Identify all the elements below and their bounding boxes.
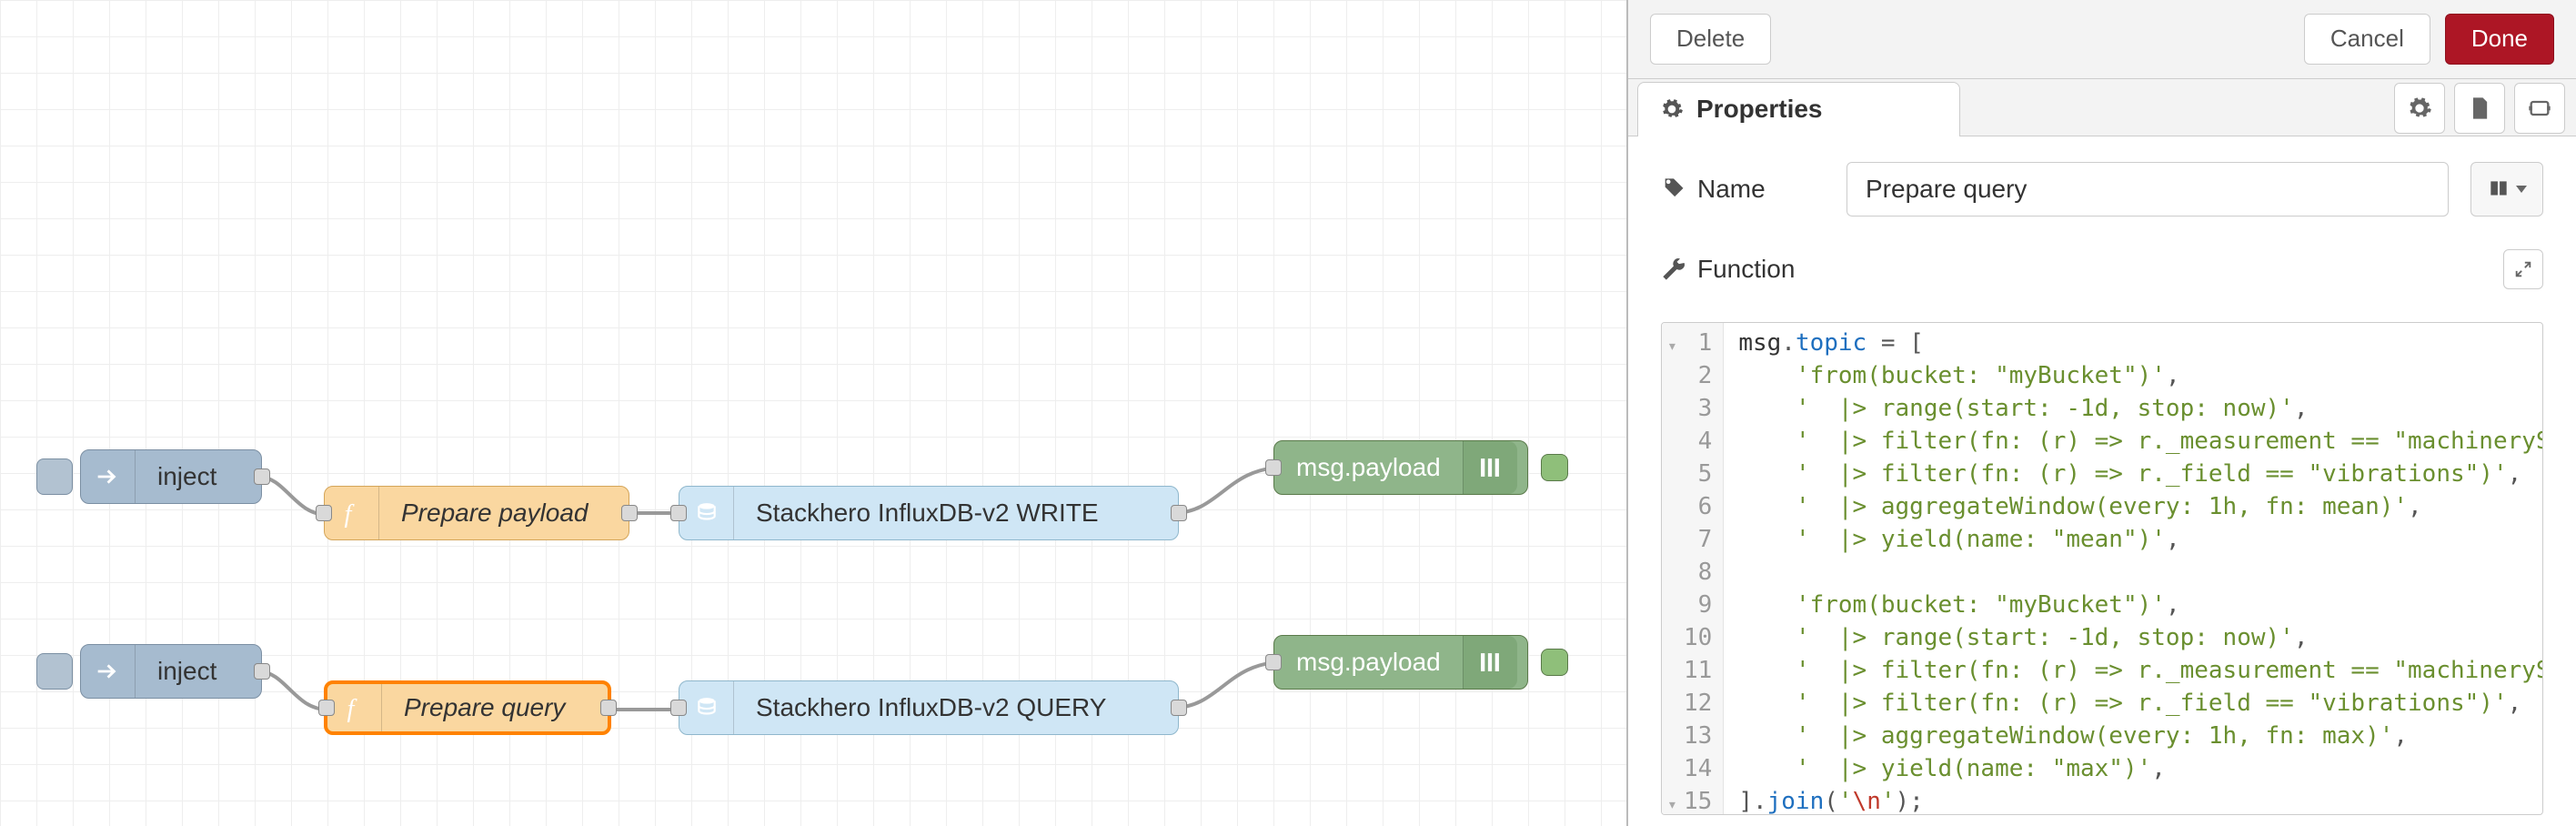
node-label: Stackhero InfluxDB-v2 QUERY xyxy=(734,693,1128,722)
appearance-icon xyxy=(2527,96,2552,121)
node-port[interactable] xyxy=(316,505,332,521)
node-prepare-query[interactable]: f Prepare query xyxy=(324,680,611,735)
name-input[interactable] xyxy=(1846,162,2449,217)
function-label: Function xyxy=(1661,255,1795,284)
node-inject[interactable]: inject xyxy=(80,644,262,699)
node-debug[interactable]: msg.payload xyxy=(1273,635,1528,690)
node-port[interactable] xyxy=(1265,654,1282,670)
database-icon xyxy=(679,487,734,539)
expand-icon xyxy=(2513,259,2533,279)
node-settings-button[interactable] xyxy=(2394,83,2445,134)
node-label: Stackhero InfluxDB-v2 WRITE xyxy=(734,499,1121,528)
function-field-row: Function xyxy=(1661,249,2543,289)
node-port[interactable] xyxy=(621,505,638,521)
inject-trigger-button[interactable] xyxy=(36,653,73,690)
tab-label: Properties xyxy=(1696,95,1823,124)
gear-icon xyxy=(1660,97,1684,121)
node-label: inject xyxy=(136,657,238,686)
debug-toggle[interactable] xyxy=(1541,454,1568,481)
book-icon xyxy=(2487,177,2511,201)
node-influx-query[interactable]: Stackhero InfluxDB-v2 QUERY xyxy=(679,680,1179,735)
function-icon: f xyxy=(325,487,379,539)
node-label: msg.payload xyxy=(1274,648,1463,677)
node-prepare-payload[interactable]: f Prepare payload xyxy=(324,486,629,540)
node-port[interactable] xyxy=(670,505,687,521)
debug-toggle[interactable] xyxy=(1541,649,1568,676)
document-icon xyxy=(2467,96,2492,121)
function-icon: f xyxy=(327,684,382,731)
arrow-right-icon xyxy=(81,645,136,698)
cancel-button[interactable]: Cancel xyxy=(2304,14,2430,65)
node-port[interactable] xyxy=(254,663,270,680)
tag-icon xyxy=(1661,176,1686,202)
node-port[interactable] xyxy=(1171,505,1187,521)
node-port[interactable] xyxy=(670,700,687,716)
node-inject[interactable]: inject xyxy=(80,449,262,504)
node-appearance-button[interactable] xyxy=(2514,83,2565,134)
caret-down-icon xyxy=(2516,186,2527,193)
name-field-row: Name xyxy=(1661,162,2543,217)
name-label: Name xyxy=(1661,175,1825,204)
debug-icon xyxy=(1463,441,1517,494)
code-editor[interactable]: 1234567891011121314151617 msg.topic = [ … xyxy=(1661,322,2543,815)
svg-text:f: f xyxy=(347,695,357,723)
delete-button[interactable]: Delete xyxy=(1650,14,1771,65)
database-icon xyxy=(679,681,734,734)
node-label: msg.payload xyxy=(1274,453,1463,482)
node-port[interactable] xyxy=(600,700,617,716)
node-label: inject xyxy=(136,462,238,491)
expand-editor-button[interactable] xyxy=(2503,249,2543,289)
editor-code[interactable]: msg.topic = [ 'from(bucket: "myBucket")'… xyxy=(1724,323,2542,814)
node-port[interactable] xyxy=(1171,700,1187,716)
node-port[interactable] xyxy=(1265,459,1282,476)
wrench-icon xyxy=(1661,257,1686,282)
tab-properties[interactable]: Properties xyxy=(1637,82,1960,136)
library-button[interactable] xyxy=(2470,162,2543,217)
node-docs-button[interactable] xyxy=(2454,83,2505,134)
flow-canvas[interactable]: inject f Prepare payload Stackhero Influ… xyxy=(0,0,1628,826)
node-port[interactable] xyxy=(318,700,335,716)
done-button[interactable]: Done xyxy=(2445,14,2554,65)
debug-icon xyxy=(1463,636,1517,689)
panel-tabs: Properties xyxy=(1628,79,2576,136)
panel-toolbar: Delete Cancel Done xyxy=(1628,0,2576,79)
node-influx-write[interactable]: Stackhero InfluxDB-v2 WRITE xyxy=(679,486,1179,540)
node-port[interactable] xyxy=(254,468,270,485)
node-label: Prepare query xyxy=(382,693,587,722)
properties-panel: Delete Cancel Done Properties Name xyxy=(1628,0,2576,826)
svg-text:f: f xyxy=(344,500,355,529)
editor-gutter: 1234567891011121314151617 xyxy=(1662,323,1724,814)
node-label: Prepare payload xyxy=(379,499,609,528)
node-debug[interactable]: msg.payload xyxy=(1273,440,1528,495)
gear-icon xyxy=(2407,96,2432,121)
inject-trigger-button[interactable] xyxy=(36,458,73,495)
arrow-right-icon xyxy=(81,450,136,503)
